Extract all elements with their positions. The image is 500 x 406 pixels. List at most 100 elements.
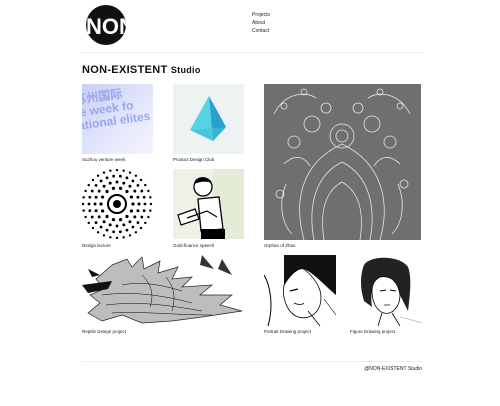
dot [125,189,129,194]
caption-reptile: Reptile Design project [82,329,127,334]
footer-divider [82,361,422,362]
dot [90,215,94,219]
dot [129,209,134,213]
dot [91,178,95,182]
dot [109,236,112,239]
nav-projects[interactable]: Projects [252,11,270,19]
dot [118,230,122,234]
dot [118,186,123,191]
main-nav: Projects About Contact [252,11,270,35]
reader-illustration [177,169,244,239]
dot [99,225,103,229]
dot [94,195,98,199]
caption-portrait: Portrait Drawing project [264,329,312,334]
dot [149,196,152,199]
dot [94,221,98,224]
dragon-illustration [82,255,243,324]
dot [118,174,122,178]
dot [108,181,112,185]
dot [115,169,119,172]
dot [82,202,85,206]
dot [137,202,141,206]
dot [144,221,147,225]
dot [99,202,103,206]
tile-product-design-club[interactable] [173,84,244,154]
dot [105,228,109,232]
title-sub: Studio [170,65,201,75]
dot [94,184,98,187]
dot [102,171,106,174]
dot [82,196,85,199]
caption-suzhou: Suzhou venture week [82,157,126,162]
dot [105,189,109,194]
tile-suzhou-venture-week[interactable]: 苏州国际 e week fo ational elites in [82,84,153,154]
dot [112,230,116,234]
caption-orphan: Orphan of Zhao [264,243,296,248]
dot [125,228,129,232]
dot [128,184,132,188]
dot [147,189,150,193]
tile-portrait-drawing[interactable] [264,255,336,326]
dot [131,225,135,229]
dot [136,209,140,213]
dot [144,183,147,187]
dot [102,184,106,188]
dot [118,217,123,222]
dot [136,221,140,224]
dot [115,224,119,228]
dot [143,202,147,206]
dot [111,217,116,222]
dot [140,189,144,193]
dot [87,202,91,206]
dot [100,195,105,199]
caption-figure: Figure Drawing project [350,329,396,334]
dot [129,195,134,199]
page-title: NON-EXISTENT Studio [82,64,201,76]
tile-gold-finance-speech[interactable] [173,169,244,239]
dot [96,174,100,177]
dot [88,195,92,199]
pyramid-graphic [190,96,226,141]
logo-text: NON [86,14,126,39]
tile-design-lecture[interactable] [82,169,153,239]
dot [84,215,87,219]
dot [108,223,112,227]
dot [112,174,116,178]
tile-reptile-design[interactable] [82,255,244,326]
dot [97,189,101,193]
dot [133,215,137,219]
dot [105,214,109,219]
nav-contact[interactable]: Contact [252,27,270,35]
dot [128,234,132,237]
tile-orphan-of-zhao[interactable] [264,84,421,240]
dot [111,186,116,191]
dot [149,202,153,206]
dot [102,220,106,224]
dot [97,215,101,219]
dot [82,209,85,212]
dot [115,236,119,239]
dot [87,183,90,187]
opera-headdress-illustration [273,88,411,240]
dot [128,171,132,174]
concentric-dots-graphic [82,169,153,239]
nav-about[interactable]: About [252,19,270,27]
dot [122,169,125,172]
tile-figure-drawing[interactable] [350,255,422,326]
dot [122,236,125,239]
dot [90,189,94,193]
dot [91,226,95,230]
dot [134,231,138,234]
portrait-illustration [264,255,336,326]
dot [96,231,100,234]
dot [131,179,135,183]
dot [128,220,132,224]
caption-design-lecture: Design lecture [82,243,111,248]
header-divider [82,52,422,53]
dot [142,209,146,213]
studio-logo[interactable]: NON [86,5,126,45]
dot [122,181,126,185]
dot [99,179,103,183]
dot [134,174,138,177]
dot [88,209,92,213]
